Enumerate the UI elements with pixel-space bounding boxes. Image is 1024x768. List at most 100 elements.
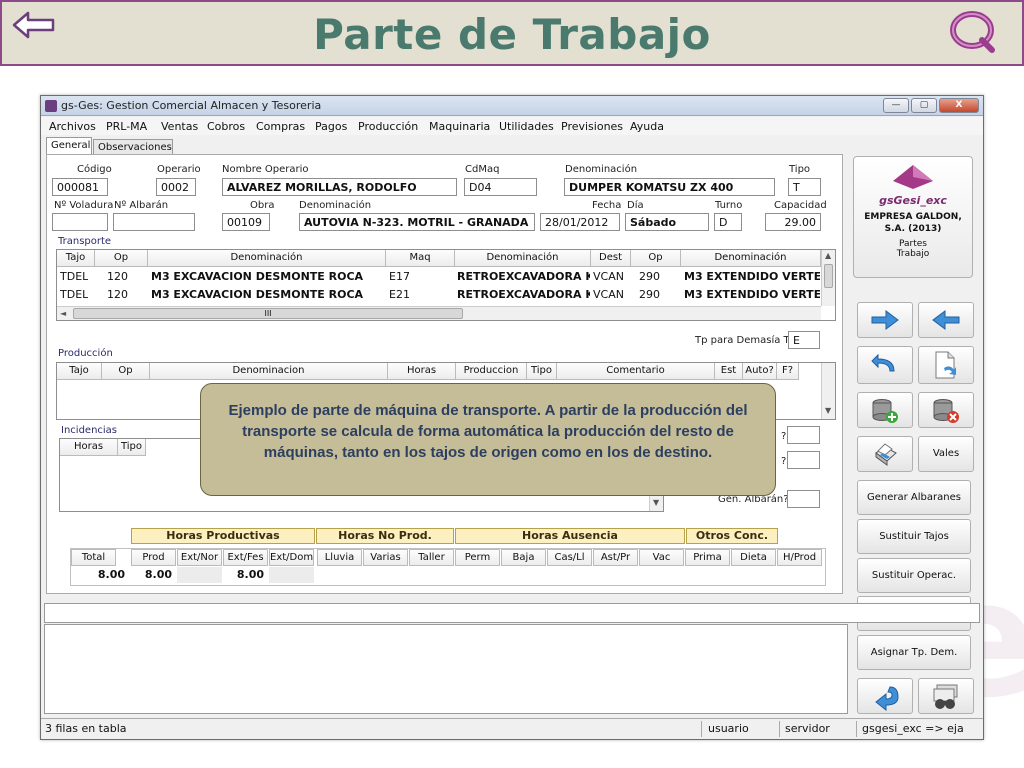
add-record-button[interactable]: [857, 392, 913, 428]
menu-ayuda[interactable]: Ayuda: [630, 120, 664, 133]
col-op[interactable]: Op: [95, 250, 148, 267]
sustituir-operac-button[interactable]: Sustituir Operac.: [857, 558, 971, 593]
tp-demasia-field[interactable]: E: [788, 331, 820, 349]
next-button[interactable]: [857, 302, 913, 338]
fecha-field[interactable]: 28/01/2012: [540, 213, 620, 231]
undo-button[interactable]: [857, 346, 913, 384]
col-dest[interactable]: Dest: [591, 250, 631, 267]
menu-ventas[interactable]: Ventas: [161, 120, 198, 133]
transporte-hscrollbar[interactable]: ◄ III: [57, 306, 821, 320]
maximize-button[interactable]: ▢: [911, 98, 937, 113]
notes-text-area[interactable]: [44, 624, 848, 714]
arrow-left-icon: [932, 310, 960, 330]
menu-previsiones[interactable]: Previsiones: [561, 120, 623, 133]
new-document-button[interactable]: [918, 346, 974, 384]
company-logo-icon: [950, 11, 995, 53]
col-auto[interactable]: Auto?: [743, 363, 777, 380]
col-maq[interactable]: Maq: [386, 250, 455, 267]
summary-group-horas-ausencia: Horas Ausencia: [455, 528, 685, 544]
gen-albaran-field[interactable]: [787, 490, 820, 508]
notes-header-field[interactable]: [44, 603, 980, 623]
delete-record-button[interactable]: [918, 392, 974, 428]
cdmaq-label: CdMaq: [465, 164, 500, 175]
document-refresh-icon: [935, 351, 956, 379]
codigo-label: Código: [77, 164, 112, 175]
col-horas[interactable]: Horas: [60, 439, 118, 456]
incidencias-label: Incidencias: [61, 425, 118, 436]
transporte-vscrollbar[interactable]: ▲: [821, 250, 835, 306]
cell-denominacion-maq: RETROEXCAVADORA KO: [457, 270, 590, 283]
arrow-right-icon: [871, 310, 899, 330]
menu-pagos[interactable]: Pagos: [315, 120, 347, 133]
col-prima: Prima: [685, 549, 730, 566]
tab-general[interactable]: General: [46, 137, 92, 154]
cell-dest: VCAN: [593, 270, 624, 283]
tab-observaciones[interactable]: Observaciones: [93, 139, 173, 154]
generar-albaranes-button[interactable]: Generar Albaranes: [857, 480, 971, 515]
nalbaran-field[interactable]: [113, 213, 195, 231]
codigo-field[interactable]: 000081: [52, 178, 108, 196]
menu-prl-ma[interactable]: PRL-MA: [106, 120, 147, 133]
obra-label: Obra: [250, 200, 275, 211]
scroll-thumb[interactable]: III: [73, 308, 463, 319]
col-produccion[interactable]: Produccion: [456, 363, 527, 380]
nombre-operario-field[interactable]: ALVAREZ MORILLAS, RODOLFO: [222, 178, 457, 196]
menu-maquinaria[interactable]: Maquinaria: [429, 120, 490, 133]
menu-produccion[interactable]: Producción: [358, 120, 418, 133]
obra-denominacion-field[interactable]: AUTOVIA N-323. MOTRIL - GRANADA: [299, 213, 535, 231]
vales-button[interactable]: Vales: [918, 436, 974, 472]
tipo-label: Tipo: [789, 164, 811, 175]
col-comentario[interactable]: Comentario: [557, 363, 715, 380]
nvoladura-field[interactable]: [52, 213, 108, 231]
nalbaran-label: Nº Albarán: [114, 200, 169, 211]
print-button[interactable]: [857, 436, 913, 472]
close-button[interactable]: X: [939, 98, 979, 113]
menu-cobros[interactable]: Cobros: [207, 120, 245, 133]
col-tajo[interactable]: Tajo: [57, 363, 102, 380]
search-documents-button[interactable]: [918, 678, 974, 714]
col-op-dest[interactable]: Op: [631, 250, 681, 267]
tipo-field[interactable]: T: [788, 178, 821, 196]
menu-utilidades[interactable]: Utilidades: [499, 120, 554, 133]
menu-archivos[interactable]: Archivos: [49, 120, 96, 133]
previous-button[interactable]: [918, 302, 974, 338]
produccion-vscrollbar[interactable]: ▼: [821, 363, 835, 419]
menu-compras[interactable]: Compras: [256, 120, 305, 133]
col-denominacion[interactable]: Denominación: [148, 250, 386, 267]
question-field-2[interactable]: [787, 451, 820, 469]
cdmaq-field[interactable]: D04: [464, 178, 537, 196]
asignar-tp-dem-button[interactable]: Asignar Tp. Dem.: [857, 635, 971, 670]
denominacion-maq-field[interactable]: DUMPER KOMATSU ZX 400: [564, 178, 775, 196]
col-est[interactable]: Est: [715, 363, 743, 380]
scroll-down-icon[interactable]: ▼: [825, 406, 831, 415]
obra-field[interactable]: 00109: [222, 213, 270, 231]
menu-bar: Archivos PRL-MA Ventas Cobros Compras Pa…: [41, 117, 983, 135]
summary-group-horas-no-prod: Horas No Prod.: [316, 528, 454, 544]
scroll-down-icon[interactable]: ▼: [653, 498, 659, 507]
col-tipo[interactable]: Tipo: [527, 363, 557, 380]
col-tipo[interactable]: Tipo: [118, 439, 146, 456]
col-ext-nor: Ext/Nor: [177, 549, 222, 566]
operario-field[interactable]: 0002: [156, 178, 196, 196]
scroll-up-icon[interactable]: ▲: [825, 251, 831, 260]
capacidad-field[interactable]: 29.00: [765, 213, 821, 231]
col-ext-dom: Ext/Dom: [269, 549, 314, 566]
col-denominacion-maq[interactable]: Denominación: [455, 250, 591, 267]
col-horas[interactable]: Horas: [388, 363, 456, 380]
cell-maq: E17: [389, 270, 410, 283]
turno-field[interactable]: D: [714, 213, 742, 231]
col-denominacion-dest[interactable]: Denominación: [681, 250, 821, 267]
database-delete-icon: [933, 399, 959, 423]
scroll-left-icon[interactable]: ◄: [60, 309, 66, 318]
sustituir-tajos-button[interactable]: Sustituir Tajos: [857, 519, 971, 554]
return-button[interactable]: [857, 678, 913, 714]
col-op[interactable]: Op: [102, 363, 150, 380]
col-f[interactable]: F?: [777, 363, 799, 380]
company-name: EMPRESA GALDON, S.A. (2013): [864, 212, 962, 234]
col-denominacion[interactable]: Denominacion: [150, 363, 388, 380]
question-field-1[interactable]: [787, 426, 820, 444]
scroll-thumb[interactable]: [824, 264, 833, 288]
col-tajo[interactable]: Tajo: [57, 250, 95, 267]
minimize-button[interactable]: —: [883, 98, 909, 113]
module-label-1: Partes: [899, 239, 927, 249]
